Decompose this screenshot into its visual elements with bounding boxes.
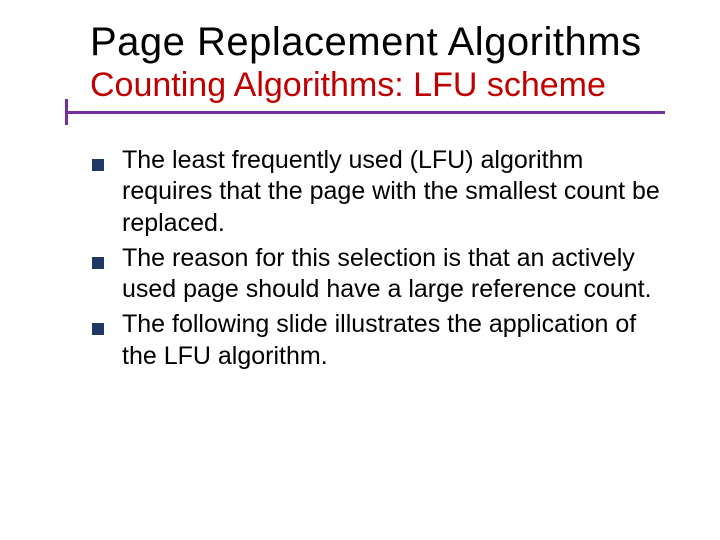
slide-title: Page Replacement Algorithms	[90, 20, 690, 64]
bullet-text: The reason for this selection is that an…	[122, 243, 670, 306]
bullet-list: The least frequently used (LFU) algorith…	[92, 145, 670, 372]
list-item: The reason for this selection is that an…	[92, 243, 670, 306]
square-bullet-icon	[92, 257, 104, 269]
title-block: Page Replacement Algorithms Counting Alg…	[90, 20, 690, 105]
square-bullet-icon	[92, 323, 104, 335]
title-underline	[30, 111, 690, 125]
bullet-text: The following slide illustrates the appl…	[122, 309, 670, 372]
square-bullet-icon	[92, 159, 104, 171]
bullet-text: The least frequently used (LFU) algorith…	[122, 145, 670, 239]
slide-subtitle: Counting Algorithms: LFU scheme	[90, 66, 690, 105]
list-item: The least frequently used (LFU) algorith…	[92, 145, 670, 239]
underline-bar	[65, 111, 665, 114]
list-item: The following slide illustrates the appl…	[92, 309, 670, 372]
